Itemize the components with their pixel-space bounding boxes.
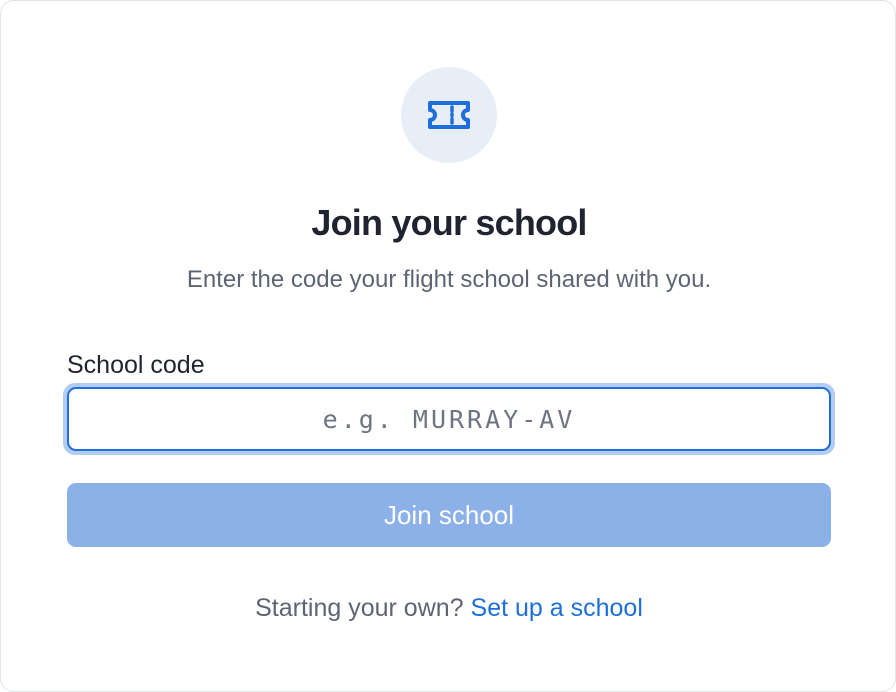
page-title: Join your school — [311, 202, 587, 243]
page-subtitle: Enter the code your flight school shared… — [186, 266, 712, 293]
school-code-input[interactable] — [67, 387, 831, 451]
footer-prompt: Starting your own? Set up a school — [1, 592, 896, 624]
join-school-button[interactable]: Join school — [67, 483, 831, 547]
set-up-school-link[interactable]: Set up a school — [471, 594, 643, 622]
join-school-card: Join your school Enter the code your fli… — [0, 0, 896, 692]
school-code-focus-ring — [63, 383, 835, 455]
school-code-label: School code — [67, 351, 205, 379]
ticket-icon — [428, 101, 470, 129]
icon-badge — [401, 67, 497, 163]
footer-prompt-text: Starting your own? — [255, 594, 464, 622]
